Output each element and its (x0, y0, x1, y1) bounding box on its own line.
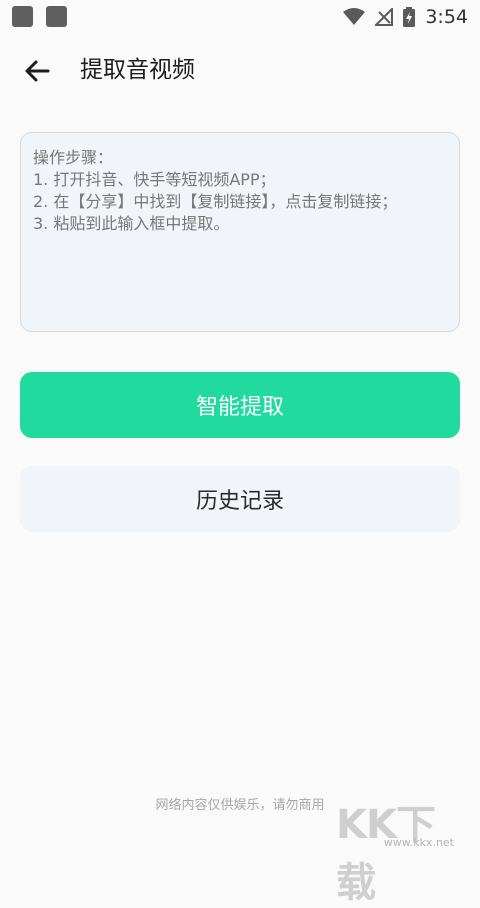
battery-charging-icon (403, 7, 416, 27)
link-input[interactable] (20, 132, 460, 332)
arrow-left-icon[interactable] (22, 56, 52, 86)
watermark-url: www.kkx.net (383, 836, 454, 849)
notification-square-icon (46, 6, 67, 27)
disclaimer-text: 网络内容仅供娱乐，请勿商用 (155, 798, 325, 813)
smart-extract-button[interactable]: 智能提取 (20, 372, 460, 438)
no-signal-icon (375, 8, 394, 26)
history-button[interactable]: 历史记录 (20, 466, 460, 532)
wifi-icon (343, 8, 366, 25)
page-title: 提取音视频 (80, 57, 195, 83)
app-bar: 提取音视频 (0, 44, 480, 96)
notification-square-icon (12, 6, 33, 27)
clock-time: 3:54 (425, 6, 468, 28)
status-icons: 3:54 (333, 6, 468, 28)
status-bar: 3:54 (0, 0, 480, 34)
